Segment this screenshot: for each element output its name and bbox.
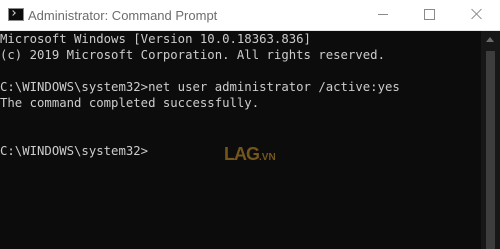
window-title: Administrator: Command Prompt bbox=[28, 8, 218, 23]
scroll-up-icon[interactable] bbox=[486, 37, 494, 42]
maximize-icon bbox=[424, 9, 435, 20]
minimize-icon bbox=[378, 14, 388, 15]
vertical-scrollbar[interactable] bbox=[481, 31, 500, 249]
scroll-thumb[interactable] bbox=[486, 51, 495, 249]
console-output[interactable]: Microsoft Windows [Version 10.0.18363.83… bbox=[0, 31, 480, 249]
maximize-button[interactable] bbox=[406, 0, 452, 30]
console-line-copyright: (c) 2019 Microsoft Corporation. All righ… bbox=[0, 48, 385, 62]
command-prompt-icon bbox=[8, 8, 24, 21]
watermark-logo: LAG.VN bbox=[224, 144, 276, 164]
console-prompt[interactable]: C:\WINDOWS\system32> bbox=[0, 143, 148, 159]
title-bar[interactable]: Administrator: Command Prompt bbox=[0, 0, 500, 31]
console-line-result: The command completed successfully. bbox=[0, 96, 260, 110]
close-icon bbox=[471, 8, 483, 20]
console-line-version: Microsoft Windows [Version 10.0.18363.83… bbox=[0, 32, 311, 46]
console-line-command: C:\WINDOWS\system32>net user administrat… bbox=[0, 80, 400, 94]
close-button[interactable] bbox=[454, 0, 500, 30]
minimize-button[interactable] bbox=[360, 0, 406, 30]
